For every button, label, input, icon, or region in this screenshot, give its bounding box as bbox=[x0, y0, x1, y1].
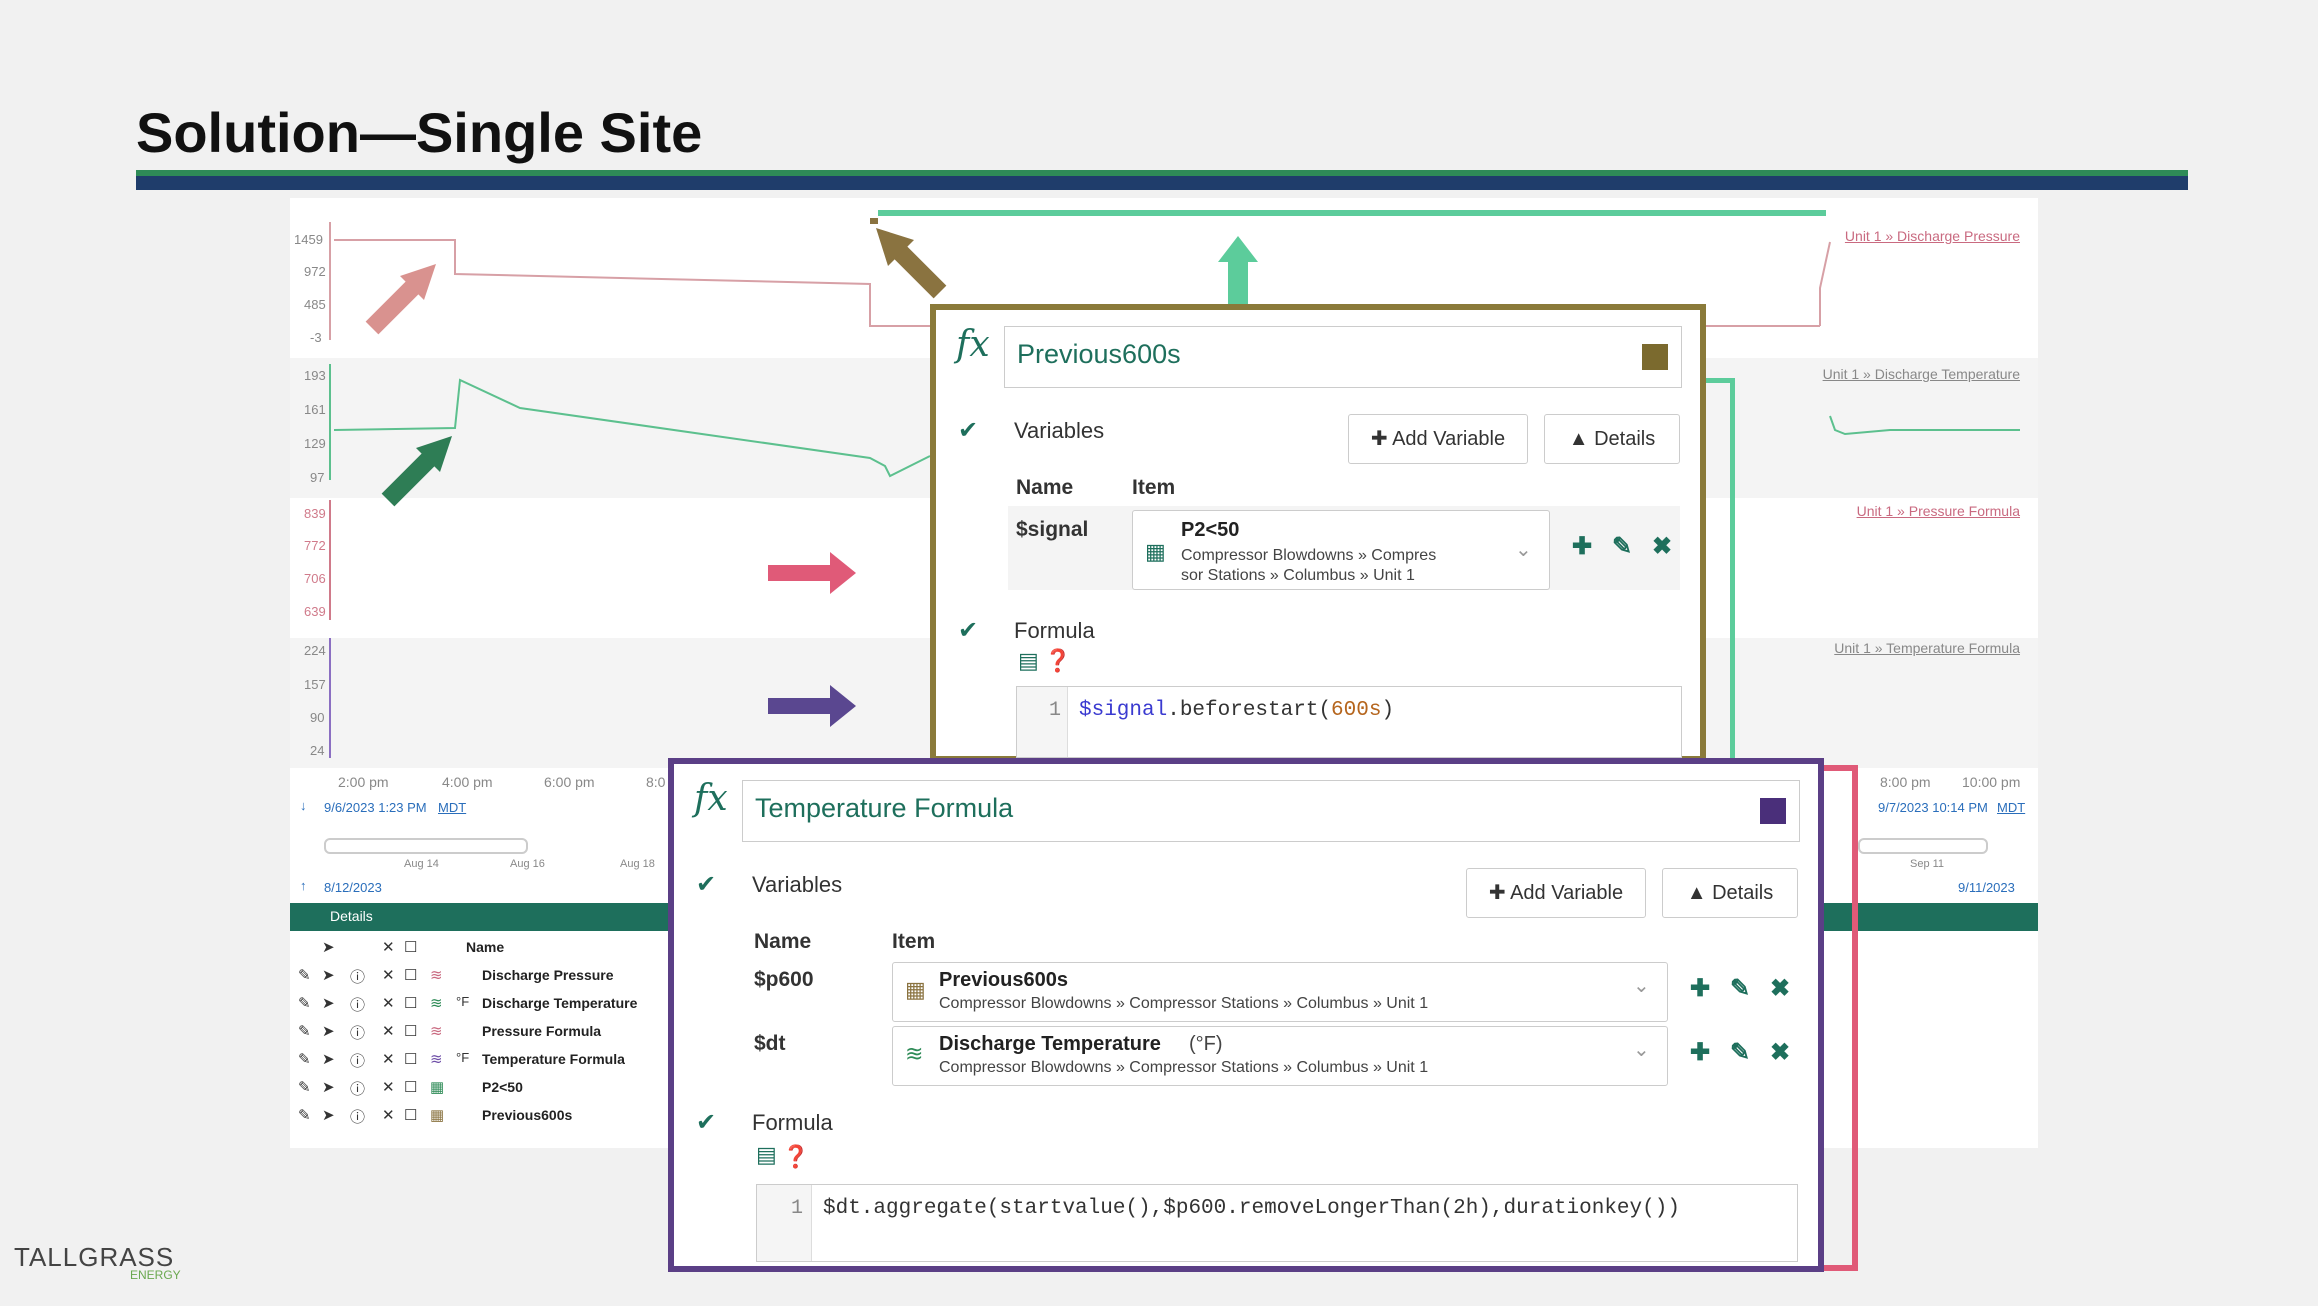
help-icon[interactable]: ❓ bbox=[782, 1144, 809, 1170]
pink-up-arrow bbox=[365, 264, 436, 335]
teal-bar bbox=[878, 210, 1826, 216]
formula-label: Formula bbox=[1014, 618, 1095, 643]
fx-icon: fx bbox=[694, 778, 728, 819]
formula-panel-temperature: fx Temperature Formula ✔ Variables ✚ Add… bbox=[668, 758, 1824, 1272]
chevron-down-icon[interactable]: ⌄ bbox=[1633, 1037, 1650, 1062]
brown-mark bbox=[870, 218, 878, 224]
formula-panel-previous600s: fx Previous600s ✔ Variables ✚ Add Variab… bbox=[930, 304, 1706, 762]
document-icon[interactable]: ▤ bbox=[756, 1142, 777, 1168]
variable-name: $signal bbox=[1016, 518, 1089, 541]
formula-editor[interactable]: 1 $dt.aggregate(startvalue(),$p600.remov… bbox=[756, 1184, 1798, 1262]
color-swatch[interactable] bbox=[1760, 798, 1786, 824]
condition-icon: ▦ bbox=[1145, 539, 1166, 564]
code-close: ) bbox=[1381, 699, 1395, 722]
remove-icon[interactable]: ✖ bbox=[1770, 1038, 1790, 1067]
check-icon: ✔ bbox=[958, 417, 979, 444]
check-icon: ✔ bbox=[958, 617, 979, 644]
edit-icon[interactable]: ✎ bbox=[1612, 532, 1632, 561]
edit-icon[interactable]: ✎ bbox=[1730, 1038, 1750, 1067]
item-path: Compressor Blowdowns » Compressor Statio… bbox=[939, 995, 1429, 1012]
variable-name: $p600 bbox=[754, 968, 814, 991]
add-icon[interactable]: ✚ bbox=[1690, 1038, 1710, 1067]
add-variable-label: Add Variable bbox=[1510, 882, 1624, 904]
add-variable-button[interactable]: ✚ Add Variable bbox=[1466, 868, 1646, 918]
code-function: .beforestart( bbox=[1167, 699, 1332, 722]
company-logo-sub: ENERGY bbox=[130, 1268, 181, 1282]
details-button[interactable]: ▲ Details bbox=[1544, 414, 1680, 464]
formula-editor[interactable]: 1 $signal.beforestart(600s) bbox=[1016, 686, 1682, 758]
item-path: Compressor Blowdowns » Compres bbox=[1181, 547, 1437, 564]
add-variable-label: Add Variable bbox=[1392, 428, 1506, 450]
add-variable-button[interactable]: ✚ Add Variable bbox=[1348, 414, 1528, 464]
formula-label: Formula bbox=[752, 1110, 833, 1135]
item-select[interactable]: ≋ Discharge Temperature (°F) Compressor … bbox=[892, 1026, 1668, 1086]
formula-name-input[interactable]: Temperature Formula bbox=[742, 780, 1800, 842]
purple-right-arrow bbox=[768, 685, 856, 727]
condition-icon: ▦ bbox=[905, 977, 926, 1002]
fx-icon: fx bbox=[956, 324, 990, 365]
plus-icon: ✚ bbox=[1370, 428, 1388, 450]
details-button[interactable]: ▲ Details bbox=[1662, 868, 1798, 918]
variables-label: Variables bbox=[1014, 418, 1105, 443]
details-label: Details bbox=[1712, 882, 1774, 904]
item-select[interactable]: ▦ Previous600s Compressor Blowdowns » Co… bbox=[892, 962, 1668, 1022]
color-swatch[interactable] bbox=[1642, 344, 1668, 370]
variables-label: Variables bbox=[752, 872, 843, 897]
line-number: 1 bbox=[791, 1197, 804, 1220]
edit-icon[interactable]: ✎ bbox=[1730, 974, 1750, 1003]
help-icon[interactable]: ❓ bbox=[1044, 648, 1071, 674]
item-path: Compressor Blowdowns » Compressor Statio… bbox=[939, 1059, 1429, 1076]
line-number: 1 bbox=[1049, 699, 1062, 722]
remove-icon[interactable]: ✖ bbox=[1770, 974, 1790, 1003]
remove-icon[interactable]: ✖ bbox=[1652, 532, 1672, 561]
column-item-header: Item bbox=[1132, 476, 1176, 499]
item-name: Previous600s bbox=[939, 969, 1068, 991]
chevron-down-icon[interactable]: ⌄ bbox=[1515, 537, 1532, 562]
check-icon: ✔ bbox=[696, 871, 717, 898]
code-variable: $signal bbox=[1079, 699, 1168, 722]
add-icon[interactable]: ✚ bbox=[1690, 974, 1710, 1003]
editor-gutter bbox=[757, 1185, 812, 1261]
formula-code[interactable]: $dt.aggregate(startvalue(),$p600.removeL… bbox=[823, 1197, 1680, 1220]
code-arg: 600s bbox=[1331, 699, 1382, 722]
formula-name: Previous600s bbox=[1017, 339, 1181, 369]
plus-icon: ✚ bbox=[1488, 882, 1506, 904]
green-up-arrow bbox=[381, 436, 452, 507]
chevron-down-icon[interactable]: ⌄ bbox=[1633, 973, 1650, 998]
chart-icon: ▲ bbox=[1686, 882, 1707, 904]
column-name-header: Name bbox=[754, 930, 812, 953]
item-select[interactable]: ▦ P2<50 Compressor Blowdowns » Compres s… bbox=[1132, 510, 1550, 590]
check-icon: ✔ bbox=[696, 1109, 717, 1136]
column-name-header: Name bbox=[1016, 476, 1074, 499]
variable-name: $dt bbox=[754, 1032, 786, 1055]
details-label: Details bbox=[1594, 428, 1656, 450]
chart-icon: ▲ bbox=[1568, 428, 1589, 450]
item-unit: (°F) bbox=[1189, 1033, 1223, 1055]
document-icon[interactable]: ▤ bbox=[1018, 648, 1039, 674]
item-path: sor Stations » Columbus » Unit 1 bbox=[1181, 567, 1415, 584]
signal-icon: ≋ bbox=[905, 1041, 924, 1066]
editor-gutter bbox=[1017, 687, 1068, 757]
pink-right-arrow bbox=[768, 552, 856, 594]
formula-code[interactable]: $signal.beforestart(600s) bbox=[1079, 699, 1394, 722]
add-icon[interactable]: ✚ bbox=[1572, 532, 1592, 561]
formula-name-input[interactable]: Previous600s bbox=[1004, 326, 1682, 388]
column-item-header: Item bbox=[892, 930, 936, 953]
brown-up-arrow bbox=[876, 228, 947, 299]
item-name: Discharge Temperature bbox=[939, 1033, 1161, 1055]
formula-name: Temperature Formula bbox=[755, 793, 1014, 823]
item-name: P2<50 bbox=[1181, 519, 1240, 541]
